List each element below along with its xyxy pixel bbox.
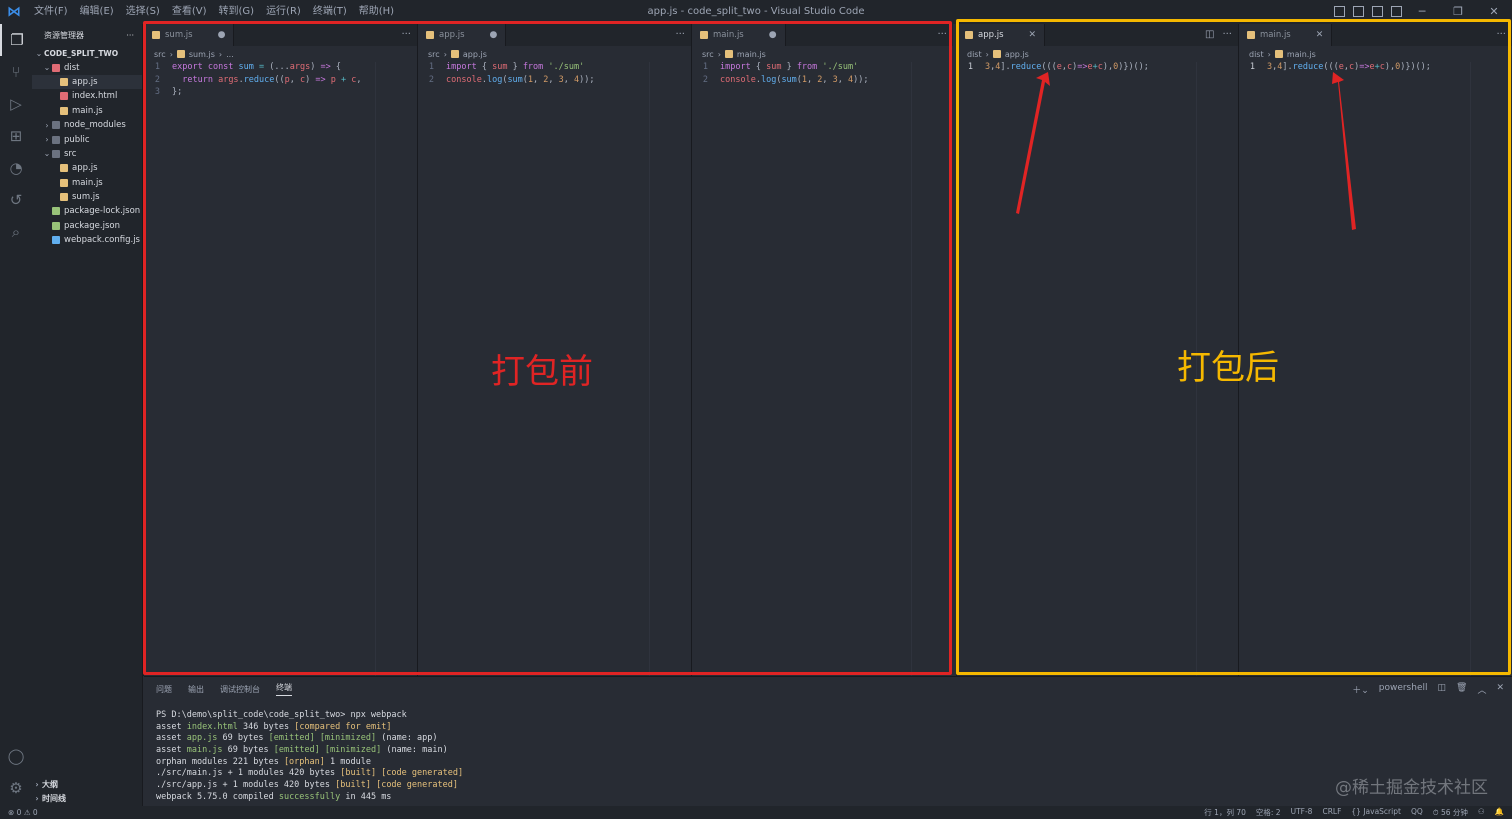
terminal-line: webpack 5.75.0 compiled successfully in … (156, 792, 1512, 804)
terminal-token: [minimized] (324, 745, 382, 756)
terminal-token: [compared for emit] (294, 721, 392, 732)
terminal-token: (name: main) (381, 745, 448, 756)
panel-tab[interactable]: 终端 (276, 682, 292, 696)
terminal-token: webpack 5.75.0 compiled (156, 791, 279, 802)
bottom-panel: 问题 输出 调试控制台 终端 ＋⌄ powershell ◫ 🗑 ︿ ✕ PS D:\… (144, 676, 1512, 806)
terminal-token: 69 bytes (222, 745, 274, 756)
terminal-token: successfully (278, 791, 341, 802)
terminal-line: asset main.js 69 bytes [emitted] [minimi… (156, 745, 1512, 757)
status-right-items: 行 1，列 70 空格: 2 UTF-8 CRLF {} JavaScript QQ ⏱ 5… (1204, 807, 1504, 818)
maximize-panel-icon[interactable]: ︿ (1477, 683, 1486, 696)
watermark: @稀土掘金技术社区 (1335, 778, 1488, 798)
panel-tab[interactable]: 问题 (156, 684, 172, 695)
trash-icon[interactable]: 🗑 (1456, 683, 1467, 696)
terminal-token: orphan modules 221 bytes (156, 756, 284, 767)
terminal-line: asset index.html 346 bytes [compared for… (156, 722, 1512, 734)
terminal-token: PS D:\demo\split_code\code_split_two> np… (156, 710, 407, 720)
terminal-shell-label[interactable]: powershell (1379, 683, 1428, 696)
terminal-line: orphan modules 221 bytes [orphan] 1 modu… (156, 757, 1512, 769)
terminal-token: app.js (186, 733, 218, 744)
arrow-left (1016, 72, 1050, 214)
terminal-token: ./src/main.js + 1 modules 420 bytes (156, 768, 341, 779)
add-terminal-icon[interactable]: ＋⌄ (1352, 683, 1369, 696)
close-panel-icon[interactable]: ✕ (1496, 683, 1504, 696)
terminal-token: [emitted] (273, 745, 320, 756)
terminal-token: ./src/app.js + 1 modules 420 bytes (156, 780, 336, 791)
arrow-right (1332, 72, 1356, 230)
terminal-token: asset (156, 733, 187, 744)
problems-indicator[interactable]: ⊗ 0 ⚠ 0 (0, 808, 38, 817)
status-item[interactable]: 行 1，列 70 (1204, 807, 1246, 818)
terminal-token: [code generated] (381, 768, 464, 779)
terminal-token: in 445 ms (340, 791, 392, 802)
status-item[interactable]: 空格: 2 (1256, 807, 1281, 818)
terminal-token: [code generated] (376, 780, 458, 791)
terminal-output[interactable]: PS D:\demo\split_code\code_split_two> np… (144, 701, 1512, 804)
panel-tabs: 问题 输出 调试控制台 终端 (144, 677, 1512, 701)
status-item[interactable]: 🔔 (1495, 807, 1504, 818)
status-item[interactable]: CRLF (1322, 807, 1341, 818)
panel-actions: ＋⌄ powershell ◫ 🗑 ︿ ✕ (1352, 683, 1504, 696)
terminal-line: asset app.js 69 bytes [emitted] [minimiz… (156, 733, 1512, 745)
status-item[interactable]: ⚇ (1478, 807, 1485, 818)
terminal-token: asset (156, 721, 187, 732)
terminal-token: 1 module (324, 756, 371, 767)
terminal-token: [orphan] (283, 756, 325, 767)
terminal-line: ./src/main.js + 1 modules 420 bytes [bui… (156, 768, 1512, 780)
status-bar: ⊗ 0 ⚠ 0 行 1，列 70 空格: 2 UTF-8 CRLF {} JavaScr… (0, 806, 1512, 819)
terminal-token: [minimized] (319, 733, 377, 744)
terminal-token: 346 bytes (237, 721, 295, 732)
terminal-token: (name: app) (376, 733, 438, 744)
terminal-token: asset (156, 745, 187, 756)
terminal-token: [built] (335, 780, 371, 791)
terminal-token: 69 bytes (217, 733, 269, 744)
status-item[interactable]: ⏱ 56 分钟 (1433, 807, 1468, 818)
terminal-token: [emitted] (268, 733, 315, 744)
terminal-line: PS D:\demo\split_code\code_split_two> np… (156, 710, 1512, 722)
terminal-line: ./src/app.js + 1 modules 420 bytes [buil… (156, 780, 1512, 792)
terminal-token: index.html (186, 721, 238, 732)
status-item[interactable]: QQ (1411, 807, 1423, 818)
terminal-token: [built] (340, 768, 377, 779)
status-item[interactable]: {} JavaScript (1351, 807, 1401, 818)
terminal-token: main.js (186, 745, 223, 756)
status-item[interactable]: UTF-8 (1291, 807, 1313, 818)
split-terminal-icon[interactable]: ◫ (1437, 683, 1446, 696)
panel-tab[interactable]: 输出 (188, 684, 204, 695)
panel-tab[interactable]: 调试控制台 (220, 684, 260, 695)
